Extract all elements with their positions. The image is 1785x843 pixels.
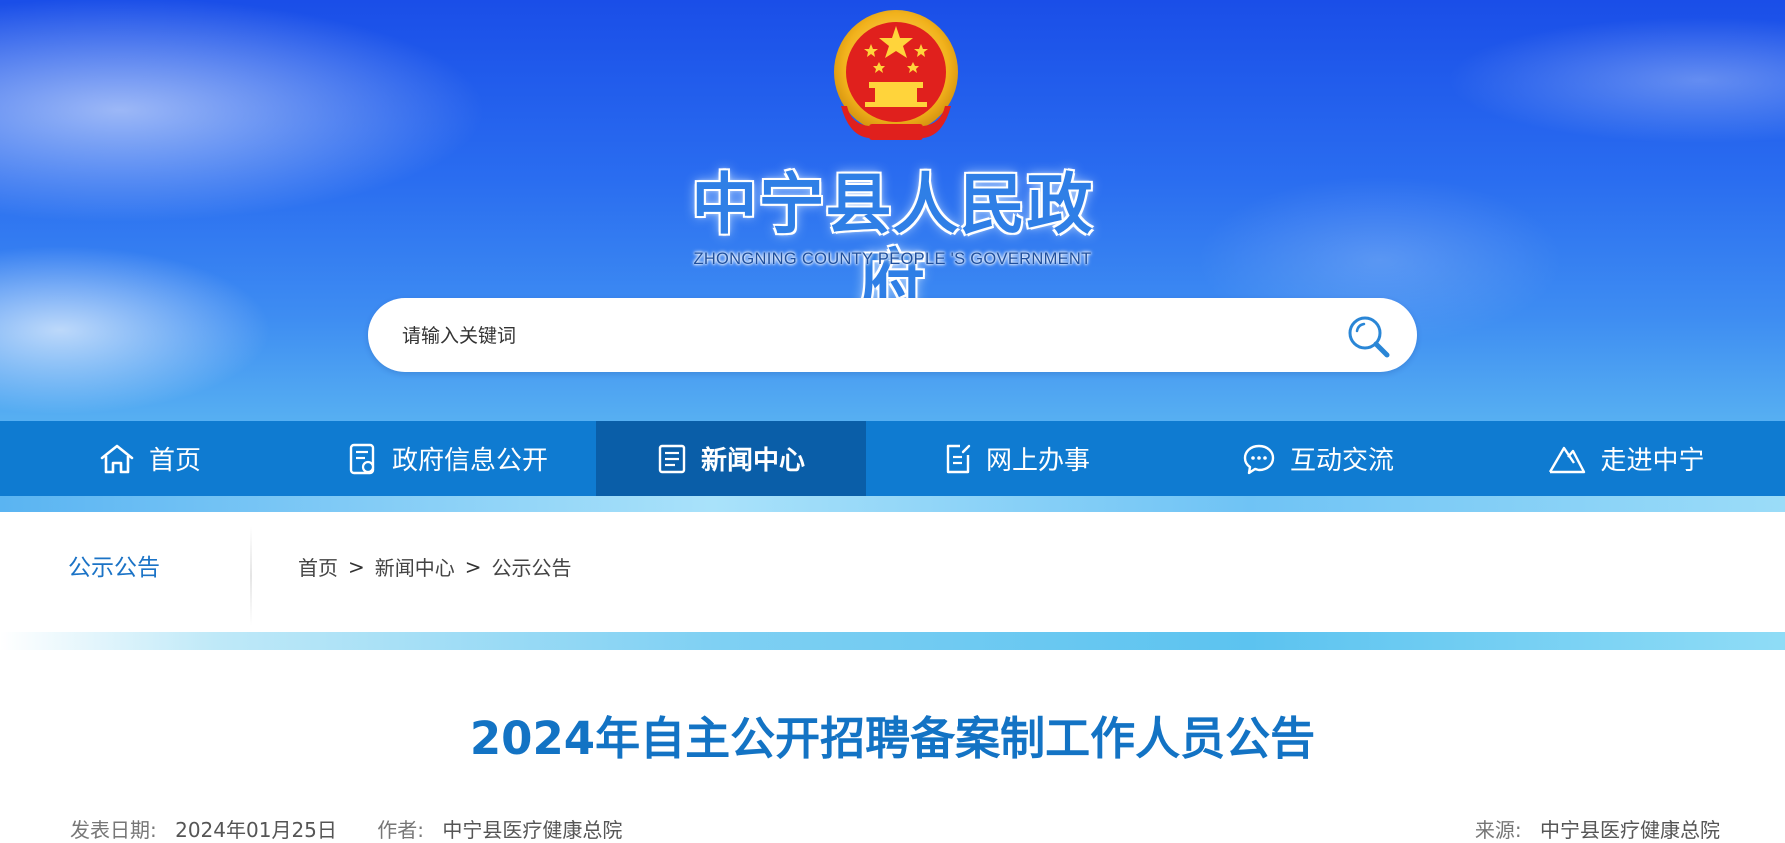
divider [250,526,252,626]
nav-item-online-services[interactable]: 网上办事 [866,421,1168,496]
source: 中宁县医疗健康总院 [1540,818,1720,842]
search-input[interactable] [400,298,1304,374]
search-bar [368,298,1417,374]
nav-label: 互动交流 [1289,446,1394,476]
chat-icon [1243,444,1275,474]
article-title: 2024年自主公开招聘备案制工作人员公告 [469,712,1316,765]
site-title: 中宁县人民政府 [691,165,1094,319]
nav-label: 新闻中心 [700,446,805,476]
breadcrumb-home-link[interactable]: 首页 [298,552,338,581]
mountain-icon [1549,446,1586,473]
nav-item-about-zhongning[interactable]: 走进中宁 [1468,421,1785,496]
breadcrumb-separator: > [348,554,365,579]
source-block: 来源: 中宁县医疗健康总院 [1475,814,1720,843]
nav-item-gov-info[interactable]: 政府信息公开 [300,421,596,496]
breadcrumb: 首页 > 新闻中心 > 公示公告 [298,552,572,581]
decorative-stripe [0,632,1785,650]
document-icon [349,443,375,474]
date-label: 发表日期: [70,818,157,842]
nav-label: 首页 [148,446,201,476]
nav-label: 网上办事 [985,446,1090,476]
national-emblem-logo[interactable] [829,6,963,146]
nav-decoration [0,496,1785,512]
section-title[interactable]: 公示公告 [68,548,160,582]
breadcrumb-separator: > [464,554,482,579]
main-nav: 首页 政府信息公开 新闻中心 网上办事 互动交流 走进中宁 [0,421,1785,496]
search-icon[interactable] [1345,313,1391,359]
nav-label: 政府信息公开 [391,446,548,476]
news-icon [658,444,686,473]
nav-item-home[interactable]: 首页 [0,421,300,496]
publish-date: 2024年01月25日 [175,818,337,842]
nav-label: 走进中宁 [1600,446,1705,476]
home-icon [100,444,134,473]
source-label: 来源: [1474,818,1522,842]
author-label: 作者: [377,818,425,842]
article-meta: 发表日期: 2024年01月25日 作者: 中宁县医疗健康总院 来源: 中宁县医… [70,814,1720,843]
form-icon [946,444,971,473]
breadcrumb-band: 公示公告 首页 > 新闻中心 > 公示公告 [0,512,1785,632]
nav-item-news-center[interactable]: 新闻中心 [596,421,866,496]
breadcrumb-announcements-link[interactable]: 公示公告 [492,552,572,581]
nav-item-interaction[interactable]: 互动交流 [1168,421,1468,496]
author: 中宁县医疗健康总院 [442,818,623,842]
breadcrumb-news-center-link[interactable]: 新闻中心 [375,552,455,581]
site-subtitle: ZHONGNING COUNTY PEOPLE 'S GOVERNMENT [693,250,1092,268]
